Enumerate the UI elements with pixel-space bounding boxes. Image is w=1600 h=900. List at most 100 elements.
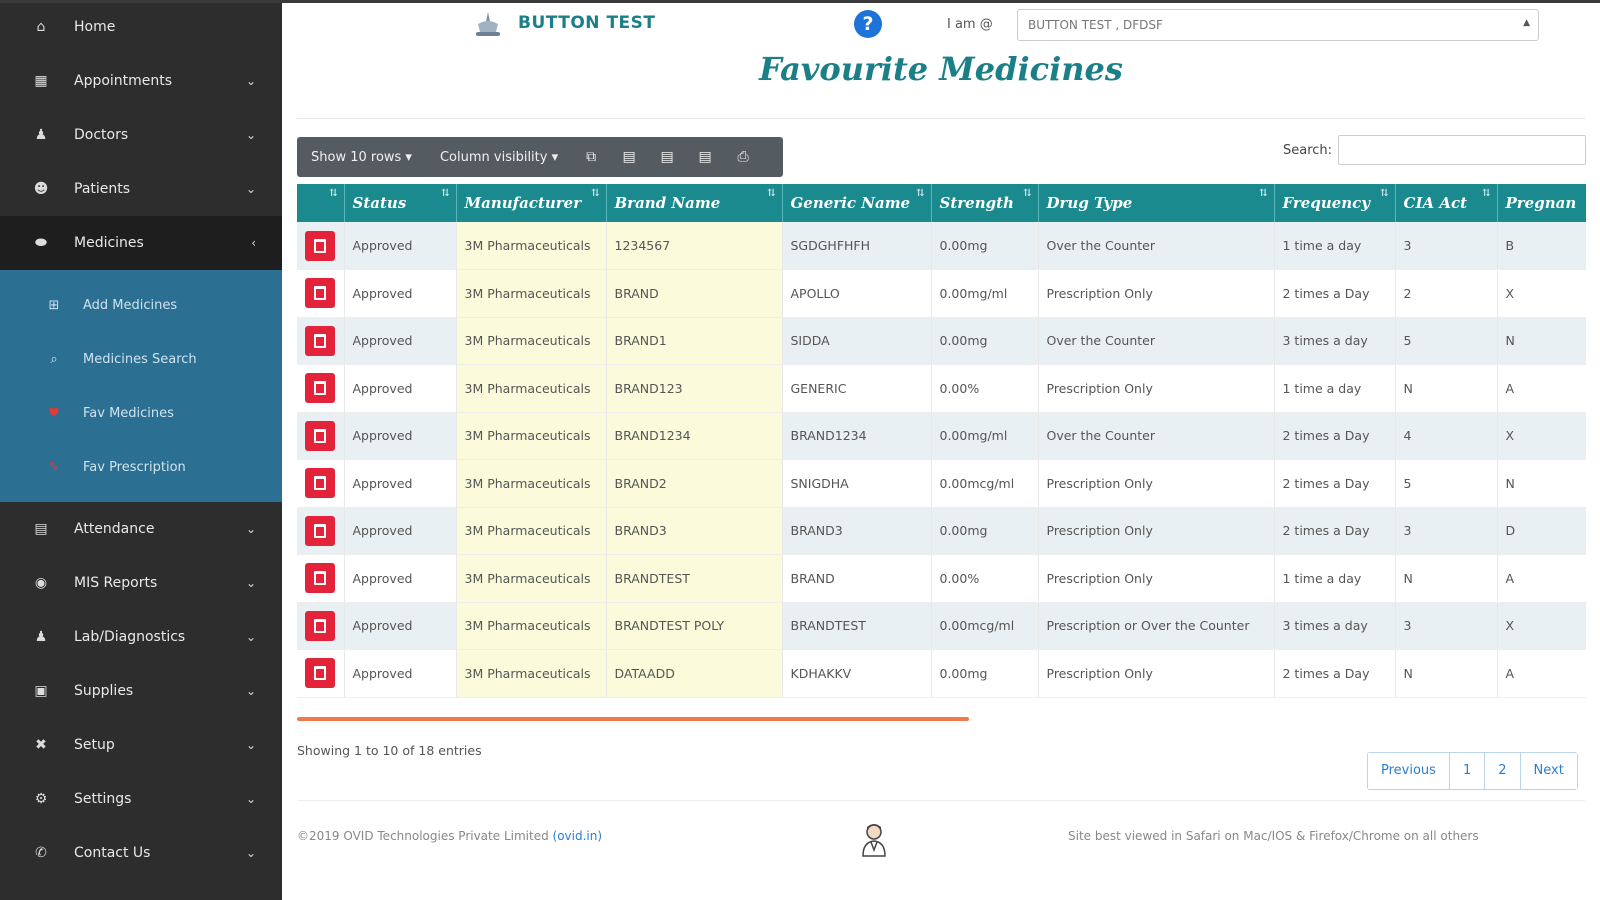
delete-button[interactable]	[305, 658, 335, 689]
cell-brand-name: BRANDTEST	[606, 554, 783, 603]
copyright: ©2019 OVID Technologies Private Limited …	[297, 829, 602, 843]
sidebar-item-attendance[interactable]: ▤ Attendance ⌄	[0, 502, 282, 556]
cell-status: Approved	[344, 222, 457, 270]
sidebar-item-setup[interactable]: ✖ Setup ⌄	[0, 718, 282, 772]
cell-manufacturer: 3M Pharmaceuticals	[456, 364, 607, 413]
column-header-label: Pregnan	[1505, 194, 1577, 212]
cell-cia-act: 4	[1395, 412, 1498, 460]
search-input[interactable]	[1338, 135, 1586, 165]
cell-brand-name: 1234567	[606, 222, 783, 270]
table-row: Approved 3M Pharmaceuticals BRAND1234 BRAND…	[297, 412, 1586, 460]
trash-icon	[314, 523, 326, 538]
delete-button[interactable]	[305, 373, 335, 404]
sidebar-item-doctors[interactable]: ♟ Doctors ⌄	[0, 108, 282, 162]
gear-icon: ⚙	[34, 791, 48, 807]
chevron-down-icon: ⌄	[245, 182, 256, 196]
delete-button[interactable]	[305, 420, 335, 451]
prescription-icon: ✎	[48, 459, 60, 475]
cell-frequency: 1 time a day	[1274, 554, 1396, 603]
column-header-actions[interactable]: ⇅	[297, 184, 345, 222]
cell-frequency: 3 times a day	[1274, 602, 1396, 650]
show-rows-button[interactable]: Show 10 rows ▾	[297, 137, 426, 177]
delete-button[interactable]	[305, 468, 335, 499]
column-header-cia-act[interactable]: CIA Act ⇅	[1395, 184, 1498, 222]
sidebar-item-mis-reports[interactable]: ◉ MIS Reports ⌄	[0, 556, 282, 610]
cell-generic-name: SIDDA	[782, 317, 932, 365]
sidebar-item-appointments[interactable]: ▦ Appointments ⌄	[0, 54, 282, 108]
heart-icon: ♥	[48, 405, 60, 421]
cell-manufacturer: 3M Pharmaceuticals	[456, 317, 607, 365]
cell-generic-name: BRAND3	[782, 507, 932, 555]
sidebar-item-medicines-search[interactable]: ⌕ Medicines Search	[0, 332, 282, 386]
table-row: Approved 3M Pharmaceuticals BRAND123 GENERI…	[297, 364, 1586, 413]
cell-manufacturer: 3M Pharmaceuticals	[456, 649, 607, 698]
delete-button[interactable]	[305, 278, 335, 309]
cell-status: Approved	[344, 507, 457, 555]
sidebar-item-add-medicines[interactable]: ⊞ Add Medicines	[0, 278, 282, 332]
table-row: Approved 3M Pharmaceuticals BRAND2 SNIGDHA 0…	[297, 459, 1586, 508]
sidebar-item-settings[interactable]: ⚙ Settings ⌄	[0, 772, 282, 826]
copy-icon[interactable]: ⧉	[572, 137, 610, 177]
column-header-generic-name[interactable]: Generic Name ⇅	[782, 184, 932, 222]
organization-select[interactable]: BUTTON TEST , DFDSF ▲	[1017, 9, 1539, 41]
delete-button[interactable]	[305, 563, 335, 594]
pagination-previous[interactable]: Previous	[1368, 753, 1450, 789]
sidebar-item-supplies[interactable]: ▣ Supplies ⌄	[0, 664, 282, 718]
cell-generic-name: KDHAKKV	[782, 649, 932, 698]
sidebar-item-label: Lab/Diagnostics	[74, 629, 186, 645]
chevron-down-icon: ⌄	[245, 846, 256, 860]
delete-button[interactable]	[305, 325, 335, 356]
column-header-frequency[interactable]: Frequency ⇅	[1274, 184, 1396, 222]
sort-icon: ⇅	[1259, 188, 1268, 199]
pagination-next[interactable]: Next	[1520, 753, 1577, 789]
cell-frequency: 2 times a Day	[1274, 507, 1396, 555]
trash-icon	[314, 238, 326, 253]
horizontal-scrollbar[interactable]	[297, 717, 969, 721]
help-icon[interactable]: ?	[854, 10, 882, 38]
sidebar-item-medicines[interactable]: ⬬ Medicines ‹	[0, 216, 282, 270]
sidebar-item-patients[interactable]: ☻ Patients ⌄	[0, 162, 282, 216]
delete-button[interactable]	[305, 230, 335, 261]
sidebar-item-fav-prescription[interactable]: ✎ Fav Prescription	[0, 440, 282, 494]
sidebar-item-contact-us[interactable]: ✆ Contact Us ⌄	[0, 826, 282, 880]
pdf-icon[interactable]: ▤	[686, 137, 724, 177]
pagination-2[interactable]: 2	[1485, 753, 1521, 789]
column-header-strength[interactable]: Strength ⇅	[931, 184, 1039, 222]
cell-frequency: 2 times a Day	[1274, 459, 1396, 508]
doctor-icon: ♟	[34, 127, 48, 143]
sidebar-item-home[interactable]: ⌂ Home	[0, 0, 282, 54]
sidebar-item-fav-medicines[interactable]: ♥ Fav Medicines	[0, 386, 282, 440]
delete-button[interactable]	[305, 515, 335, 546]
print-icon[interactable]: ⎙	[724, 137, 762, 177]
cell-frequency: 3 times a day	[1274, 317, 1396, 365]
sidebar-item-lab-diagnostics[interactable]: ♟ Lab/Diagnostics ⌄	[0, 610, 282, 664]
cell-brand-name: BRAND123	[606, 364, 783, 413]
supplies-icon: ▣	[34, 683, 48, 699]
column-visibility-button[interactable]: Column visibility ▾	[426, 137, 572, 177]
column-header-manufacturer[interactable]: Manufacturer ⇅	[456, 184, 607, 222]
cell-drug-type: Prescription or Over the Counter	[1038, 602, 1275, 650]
delete-cell	[297, 364, 345, 413]
delete-button[interactable]	[305, 610, 335, 641]
cell-generic-name: BRANDTEST	[782, 602, 932, 650]
cell-brand-name: BRAND3	[606, 507, 783, 555]
pagination-1[interactable]: 1	[1449, 753, 1486, 789]
trash-icon	[314, 333, 326, 348]
ovid-link[interactable]: (ovid.in)	[553, 829, 603, 843]
delete-cell	[297, 649, 345, 698]
column-header-pregnan[interactable]: Pregnan⇅	[1497, 184, 1586, 222]
table-row: Approved 3M Pharmaceuticals DATAADD KDHAKKV…	[297, 649, 1586, 698]
medicines-submenu: ⊞ Add Medicines ⌕ Medicines Search ♥ Fav Medi…	[0, 270, 282, 502]
cell-status: Approved	[344, 412, 457, 460]
column-header-drug-type[interactable]: Drug Type ⇅	[1038, 184, 1275, 222]
sidebar-item-label: Home	[74, 19, 116, 35]
cell-drug-type: Prescription Only	[1038, 364, 1275, 413]
cell-manufacturer: 3M Pharmaceuticals	[456, 602, 607, 650]
column-header-status[interactable]: Status ⇅	[344, 184, 457, 222]
column-header-brand-name[interactable]: Brand Name ⇅	[606, 184, 783, 222]
sort-icon: ⇅	[1482, 188, 1491, 199]
excel-icon[interactable]: ▤	[610, 137, 648, 177]
cell-status: Approved	[344, 317, 457, 365]
csv-icon[interactable]: ▤	[648, 137, 686, 177]
pills-icon: ⬬	[35, 235, 47, 251]
